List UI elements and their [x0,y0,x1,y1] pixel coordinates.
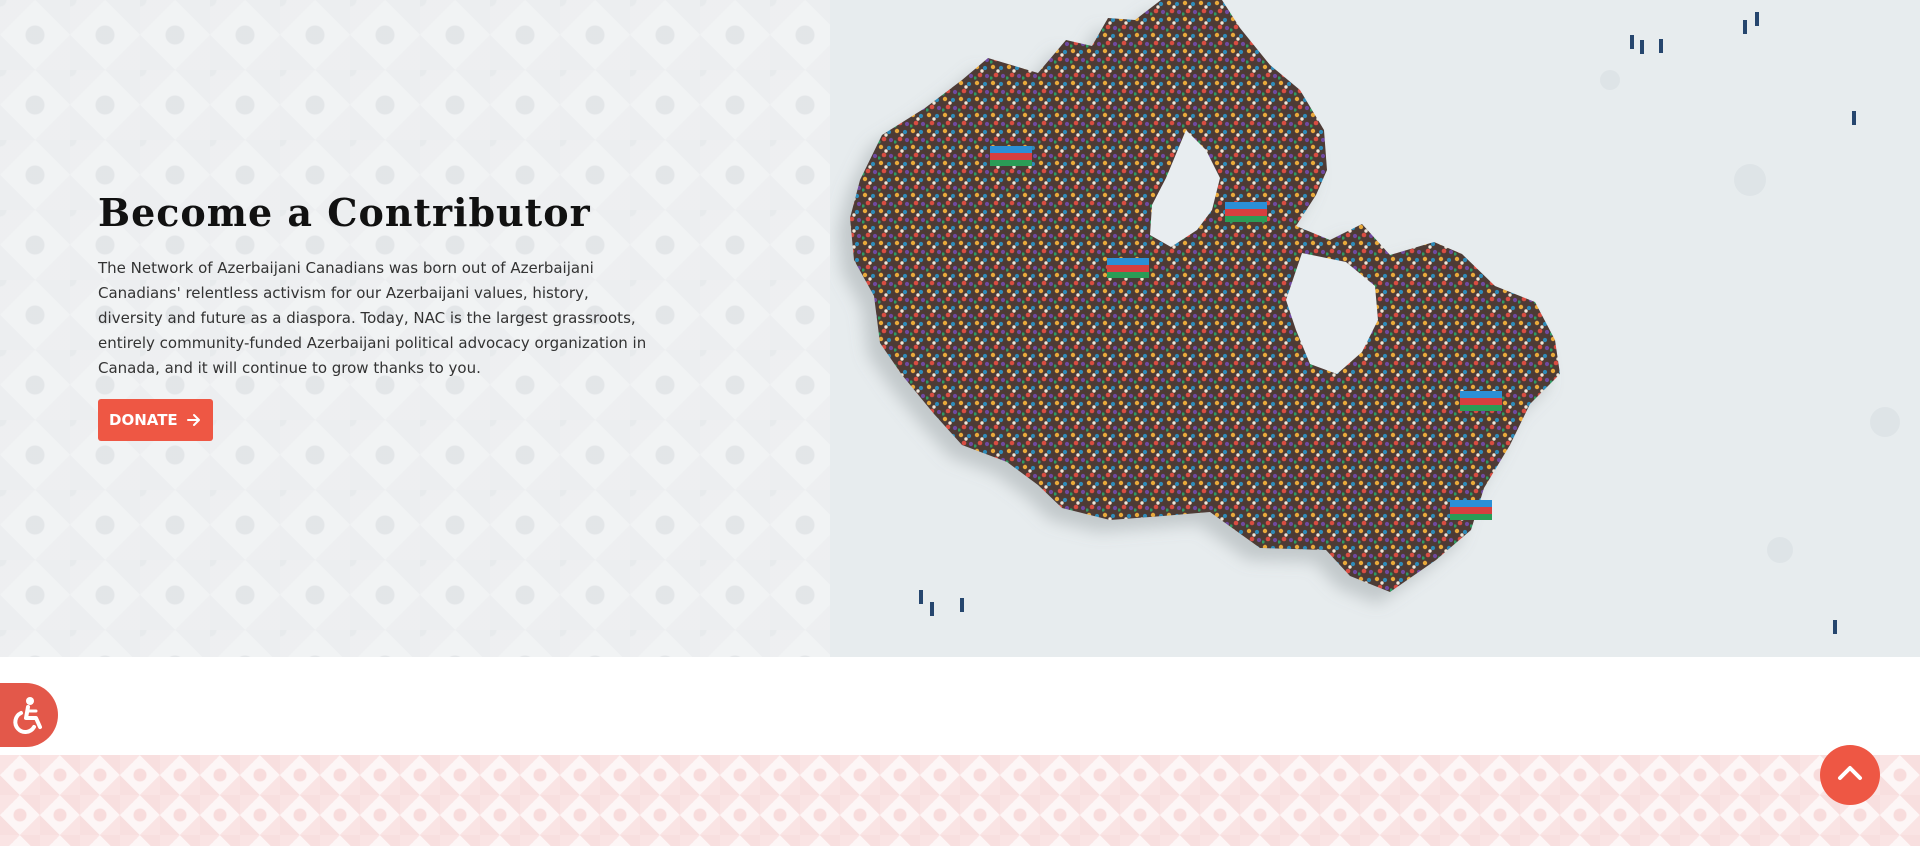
decorative-pattern-band [0,755,1920,846]
hero-section: Become a Contributor The Network of Azer… [0,0,1920,657]
donate-button[interactable]: DONATE [98,399,213,441]
hero-description: The Network of Azerbaijani Canadians was… [98,259,647,377]
accessibility-button[interactable] [0,683,58,747]
arrow-right-icon [186,412,202,428]
scroll-to-top-button[interactable] [1820,745,1880,805]
hero-content: Become a Contributor The Network of Azer… [98,188,658,441]
chevron-up-icon [1833,757,1867,794]
donate-button-label: DONATE [109,411,178,429]
hero-crowd-map-image [830,0,1920,657]
hero-title: Become a Contributor [98,190,591,235]
accessibility-wheelchair-icon [5,693,47,738]
